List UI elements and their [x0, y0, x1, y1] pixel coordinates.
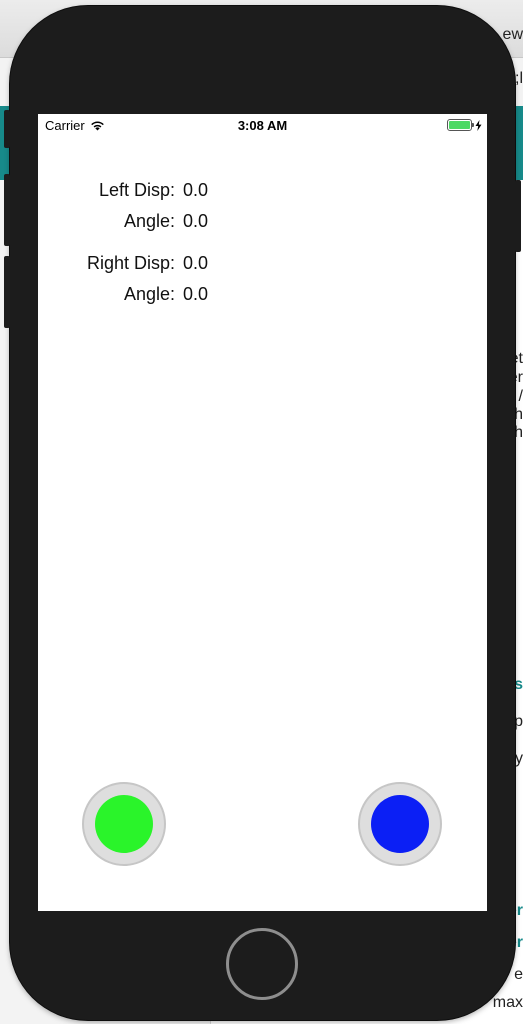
right-disp-value: 0.0 [183, 252, 209, 273]
left-disp-row: Left Disp: 0.0 [38, 179, 208, 201]
status-bar: Carrier 3:08 AM [38, 114, 487, 136]
left-disp-label: Left Disp: [98, 179, 175, 200]
background-text: max [492, 994, 523, 1011]
battery-indicator [447, 119, 482, 131]
left-disp-value: 0.0 [183, 179, 209, 200]
right-disp-label: Right Disp: [86, 252, 175, 273]
background-text: y [515, 750, 523, 767]
left-angle-label: Angle: [123, 210, 175, 231]
charging-bolt-icon [475, 119, 482, 131]
battery-tip [472, 123, 474, 127]
background-text: ;l [515, 70, 523, 87]
background-text: e [514, 966, 523, 983]
right-angle-value: 0.0 [183, 283, 209, 304]
app-screen: Carrier 3:08 AM Left Disp: 0.0 Angle: 0.… [38, 114, 487, 911]
home-button[interactable] [226, 928, 298, 1000]
right-joystick-knob[interactable] [371, 795, 429, 853]
background-text: ew [502, 26, 523, 43]
left-joystick-knob[interactable] [95, 795, 153, 853]
background-text: / [518, 388, 523, 405]
volume-down-button [4, 256, 10, 328]
power-button [515, 180, 521, 252]
right-angle-label: Angle: [123, 283, 175, 304]
right-angle-row: Angle: 0.0 [38, 283, 208, 305]
left-angle-row: Angle: 0.0 [38, 210, 208, 232]
right-joystick-base[interactable] [358, 782, 442, 866]
iphone-device-frame: Carrier 3:08 AM Left Disp: 0.0 Angle: 0.… [4, 6, 521, 1020]
left-joystick-base[interactable] [82, 782, 166, 866]
volume-up-button [4, 174, 10, 246]
left-angle-value: 0.0 [183, 210, 209, 231]
right-disp-row: Right Disp: 0.0 [38, 252, 208, 274]
background-text: p [514, 713, 523, 730]
status-time: 3:08 AM [237, 118, 288, 133]
mute-switch [4, 110, 10, 148]
background-text: s [514, 676, 523, 693]
battery-level [449, 121, 470, 129]
battery-icon [447, 119, 474, 131]
